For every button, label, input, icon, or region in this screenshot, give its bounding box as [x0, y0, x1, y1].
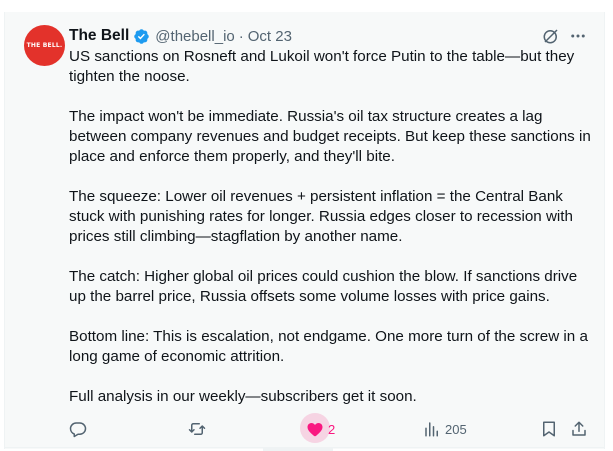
reply-icon: [69, 422, 87, 438]
header-separator: ·: [238, 27, 244, 45]
views-icon: [425, 422, 438, 437]
share-icon: [572, 421, 586, 436]
views-button[interactable]: 205: [423, 417, 467, 441]
like-button[interactable]: 2: [306, 417, 335, 441]
avatar-logo-text: THE BELL.: [26, 42, 63, 49]
tweet-actions-bar: 2 205: [5, 413, 606, 443]
tweet-paragraph: Bottom line: This is escalation, not end…: [69, 328, 588, 365]
tweet-paragraph: The impact won't be immediate. Russia's …: [69, 108, 591, 165]
tweet-text: US sanctions on Rosneft and Lukoil won't…: [69, 47, 597, 407]
tweet-paragraph: US sanctions on Rosneft and Lukoil won't…: [69, 48, 575, 85]
more-options-icon[interactable]: [568, 27, 588, 45]
bookmark-icon: [543, 421, 555, 437]
tweet-paragraph: Full analysis in our weekly—subscribers …: [69, 388, 417, 405]
retweet-button[interactable]: [188, 417, 206, 441]
views-count: 205: [445, 421, 467, 437]
grok-icon[interactable]: [542, 27, 560, 45]
tweet-card[interactable]: THE BELL. The Bell @thebell_io · Oct 23 …: [4, 12, 605, 449]
tweet-header: The Bell @thebell_io · Oct 23: [69, 26, 292, 46]
verified-badge-icon: [134, 28, 150, 44]
bookmark-button[interactable]: [540, 417, 558, 441]
reply-button[interactable]: [69, 417, 87, 441]
like-count: 2: [328, 421, 336, 437]
tweet-paragraph: The catch: Higher global oil prices coul…: [69, 268, 578, 305]
author-handle[interactable]: @thebell_io: [155, 28, 234, 45]
share-button[interactable]: [570, 417, 588, 441]
avatar[interactable]: THE BELL.: [24, 25, 65, 66]
author-name[interactable]: The Bell: [69, 27, 129, 45]
tweet-date[interactable]: Oct 23: [248, 28, 292, 45]
scroll-indicator: [263, 447, 333, 451]
retweet-icon: [188, 423, 206, 435]
heart-icon: [307, 423, 323, 437]
tweet-paragraph: The squeeze: Lower oil revenues + persis…: [69, 188, 573, 245]
